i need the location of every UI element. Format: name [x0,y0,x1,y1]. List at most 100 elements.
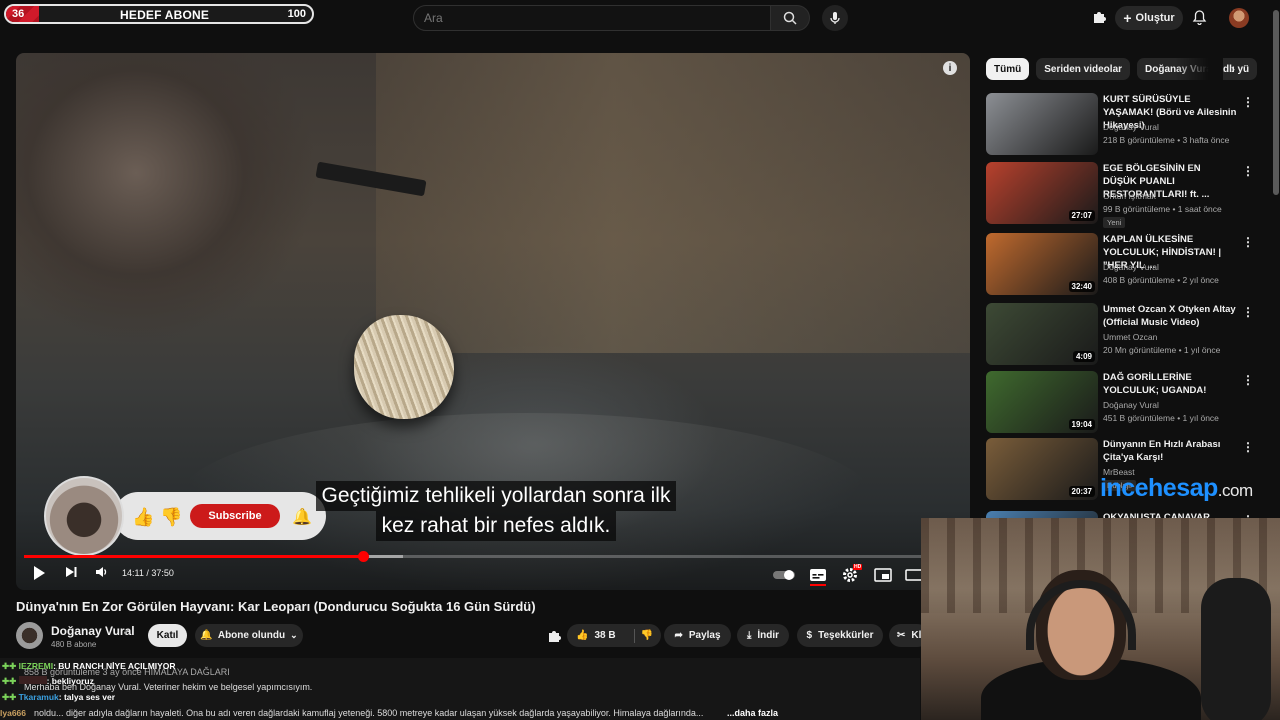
badge: Yeni [1103,217,1126,228]
thumbs-up-icon: 👍 [576,630,589,641]
autoplay-toggle-icon [773,570,795,580]
recommendation-channel[interactable]: Doğanay Vural [1103,400,1159,410]
more-options-icon[interactable]: ⋮ [1242,164,1254,178]
video-thumbnail[interactable]: 20:37 [986,438,1098,500]
recommendation-title[interactable]: Ummet Ozcan X Otyken Altay (Official Mus… [1103,303,1237,329]
more-options-icon[interactable]: ⋮ [1242,373,1254,387]
recommendation-channel[interactable]: Doğanay Vural [1103,122,1159,132]
play-icon [34,566,45,580]
recommendation-channel[interactable]: Ummet Ozcan [1103,332,1157,342]
share-label: Paylaş [688,630,721,641]
video-frame-firestarter [354,315,454,419]
recommendation-item[interactable]: 19:04 DAĞ GORİLLERİNE YOLCULUK; UGANDA! Do… [986,371,1256,433]
verified-icon: ✔ [123,627,131,637]
mute-button[interactable] [94,565,108,579]
recommendation-title[interactable]: Dünyanın En Hızlı Arabası Çita'ya Karşı! [1103,438,1237,464]
chat-user [18,676,47,684]
play-button[interactable] [32,565,46,581]
search-button[interactable] [770,5,810,31]
chevron-down-icon: ⌄ [290,630,298,640]
chip-all[interactable]: Tümü [986,58,1030,80]
chat-user: Tkaramuk [18,692,59,702]
scissors-icon: ✂ [897,630,906,641]
video-title: Dünya'nın En Zor Görülen Hayvanı: Kar Le… [16,599,536,614]
video-thumbnail[interactable] [986,93,1098,155]
caption-line: kez rahat bir nefes aldık. [375,511,617,541]
like-button[interactable]: 👍 38 B [576,630,616,641]
search-input[interactable] [414,6,770,30]
thumbs-down-icon: 👎 [160,507,183,527]
more-options-icon[interactable]: ⋮ [1242,440,1254,454]
like-dislike-group: 👍 38 B 👎 [567,624,661,647]
video-thumbnail[interactable]: 27:07 [986,162,1098,224]
dislike-button[interactable]: 👎 [641,630,653,641]
download-button[interactable]: ⤓ İndir [737,624,789,647]
recommend-puzzle-icon[interactable] [546,628,562,649]
scrollbar-thumb[interactable] [1273,10,1279,195]
subscribed-button[interactable]: 🔔 Abone olundu ⌄ [195,624,303,647]
recommendation-meta: 20 Mn görüntüleme • 1 yıl önce [1103,345,1221,355]
voice-search-button[interactable] [822,5,848,31]
share-icon: ➦ [674,630,683,641]
recommendation-meta: 99 B görüntüleme • 1 saat önce [1103,204,1222,214]
join-button[interactable]: Katıl [148,624,187,647]
watermark-tld: .com [1217,481,1253,500]
settings-button[interactable]: HD [842,564,863,583]
thumbs-up-icon: 👍 [132,507,155,527]
chat-user: IEZREMI [18,661,54,671]
subtitles-button[interactable] [809,568,827,586]
chat-text: : talya ses ver [58,692,116,702]
chat-text: : bekliyoruz [46,676,94,686]
more-options-icon[interactable]: ⋮ [1242,305,1254,319]
recommendation-channel[interactable]: Orkun Işıtmak [1103,191,1156,201]
info-icon[interactable]: i [943,61,957,75]
recommendation-title[interactable]: DAĞ GORİLLERİNE YOLCULUK; UGANDA! [1103,371,1237,397]
chevron-right-icon[interactable]: › [1231,62,1235,76]
chat-message: lya666 [0,708,26,718]
video-thumbnail[interactable]: 32:40 [986,233,1098,295]
recommendation-item[interactable]: KURT SÜRÜSÜYLE YAŞAMAK! (Börü ve Ailesin… [986,93,1256,155]
more-options-icon[interactable]: ⋮ [1242,95,1254,109]
recommendation-meta: 218 B görüntüleme • 3 hafta önce [1103,135,1230,145]
channel-avatar[interactable] [16,622,43,649]
more-options-icon[interactable]: ⋮ [1242,235,1254,249]
streamer-webcam [921,518,1280,720]
video-frame-hand [16,53,376,373]
account-avatar[interactable] [1229,8,1249,28]
goal-label: HEDEF ABONE [120,8,210,22]
recommendation-item[interactable]: 4:09 Ummet Ozcan X Otyken Altay (Official… [986,303,1256,365]
autoplay-toggle[interactable] [772,569,796,581]
create-button[interactable]: + Oluştur [1115,6,1183,30]
video-thumbnail[interactable]: 19:04 [986,371,1098,433]
video-player[interactable]: i 👍 👎 Subscribe 🔔 Geçtiğimiz tehlikeli y… [16,53,970,590]
subscribed-label: Abone olundu [217,630,286,641]
subscriber-goal-bar: 36 HEDEF ABONE 100 [4,4,314,24]
bell-icon: 🔔 [200,630,213,641]
progress-bar[interactable] [24,551,926,562]
thanks-button[interactable]: $ Teşekkürler [797,624,883,647]
next-button[interactable] [64,565,78,579]
recommendation-item[interactable]: 27:07 EGE BÖLGESİNİN EN DÜŞÜK PUANLI REST… [986,162,1256,228]
chip-series[interactable]: Seriden videolar [1036,58,1131,80]
chat-user: lya666 [0,708,26,718]
goal-current-count: 36 [12,8,25,20]
chat-message: ✚✚ : bekliyoruz [2,676,94,686]
description-text: noldu... diğer adıyla dağların hayaleti.… [34,708,704,718]
description-box[interactable]: 858 B görüntüleme 3 ay önce HİMALAYA DAĞ… [0,658,920,720]
duration-badge: 20:37 [1068,486,1095,497]
chat-message: ✚✚ Tkaramuk: talya ses ver [2,692,116,702]
like-count: 38 B [594,630,616,641]
duration-badge: 19:04 [1068,419,1095,430]
show-more-link[interactable]: ...daha fazla [727,708,778,718]
miniplayer-button[interactable] [874,568,892,582]
chips-fade [1175,58,1223,80]
recommendation-channel[interactable]: Doğanay Vural [1103,262,1159,272]
recommendation-item[interactable]: 32:40 KAPLAN ÜLKESİNE YOLCULUK; HİNDİSTAN… [986,233,1256,295]
page-scrollbar[interactable] [1272,0,1280,195]
recommend-puzzle-icon[interactable] [1091,9,1107,30]
search-box [413,5,771,31]
notifications-button[interactable] [1192,9,1207,30]
share-button[interactable]: ➦ Paylaş [664,624,731,647]
video-thumbnail[interactable]: 4:09 [986,303,1098,365]
hd-badge: HD [853,564,863,570]
